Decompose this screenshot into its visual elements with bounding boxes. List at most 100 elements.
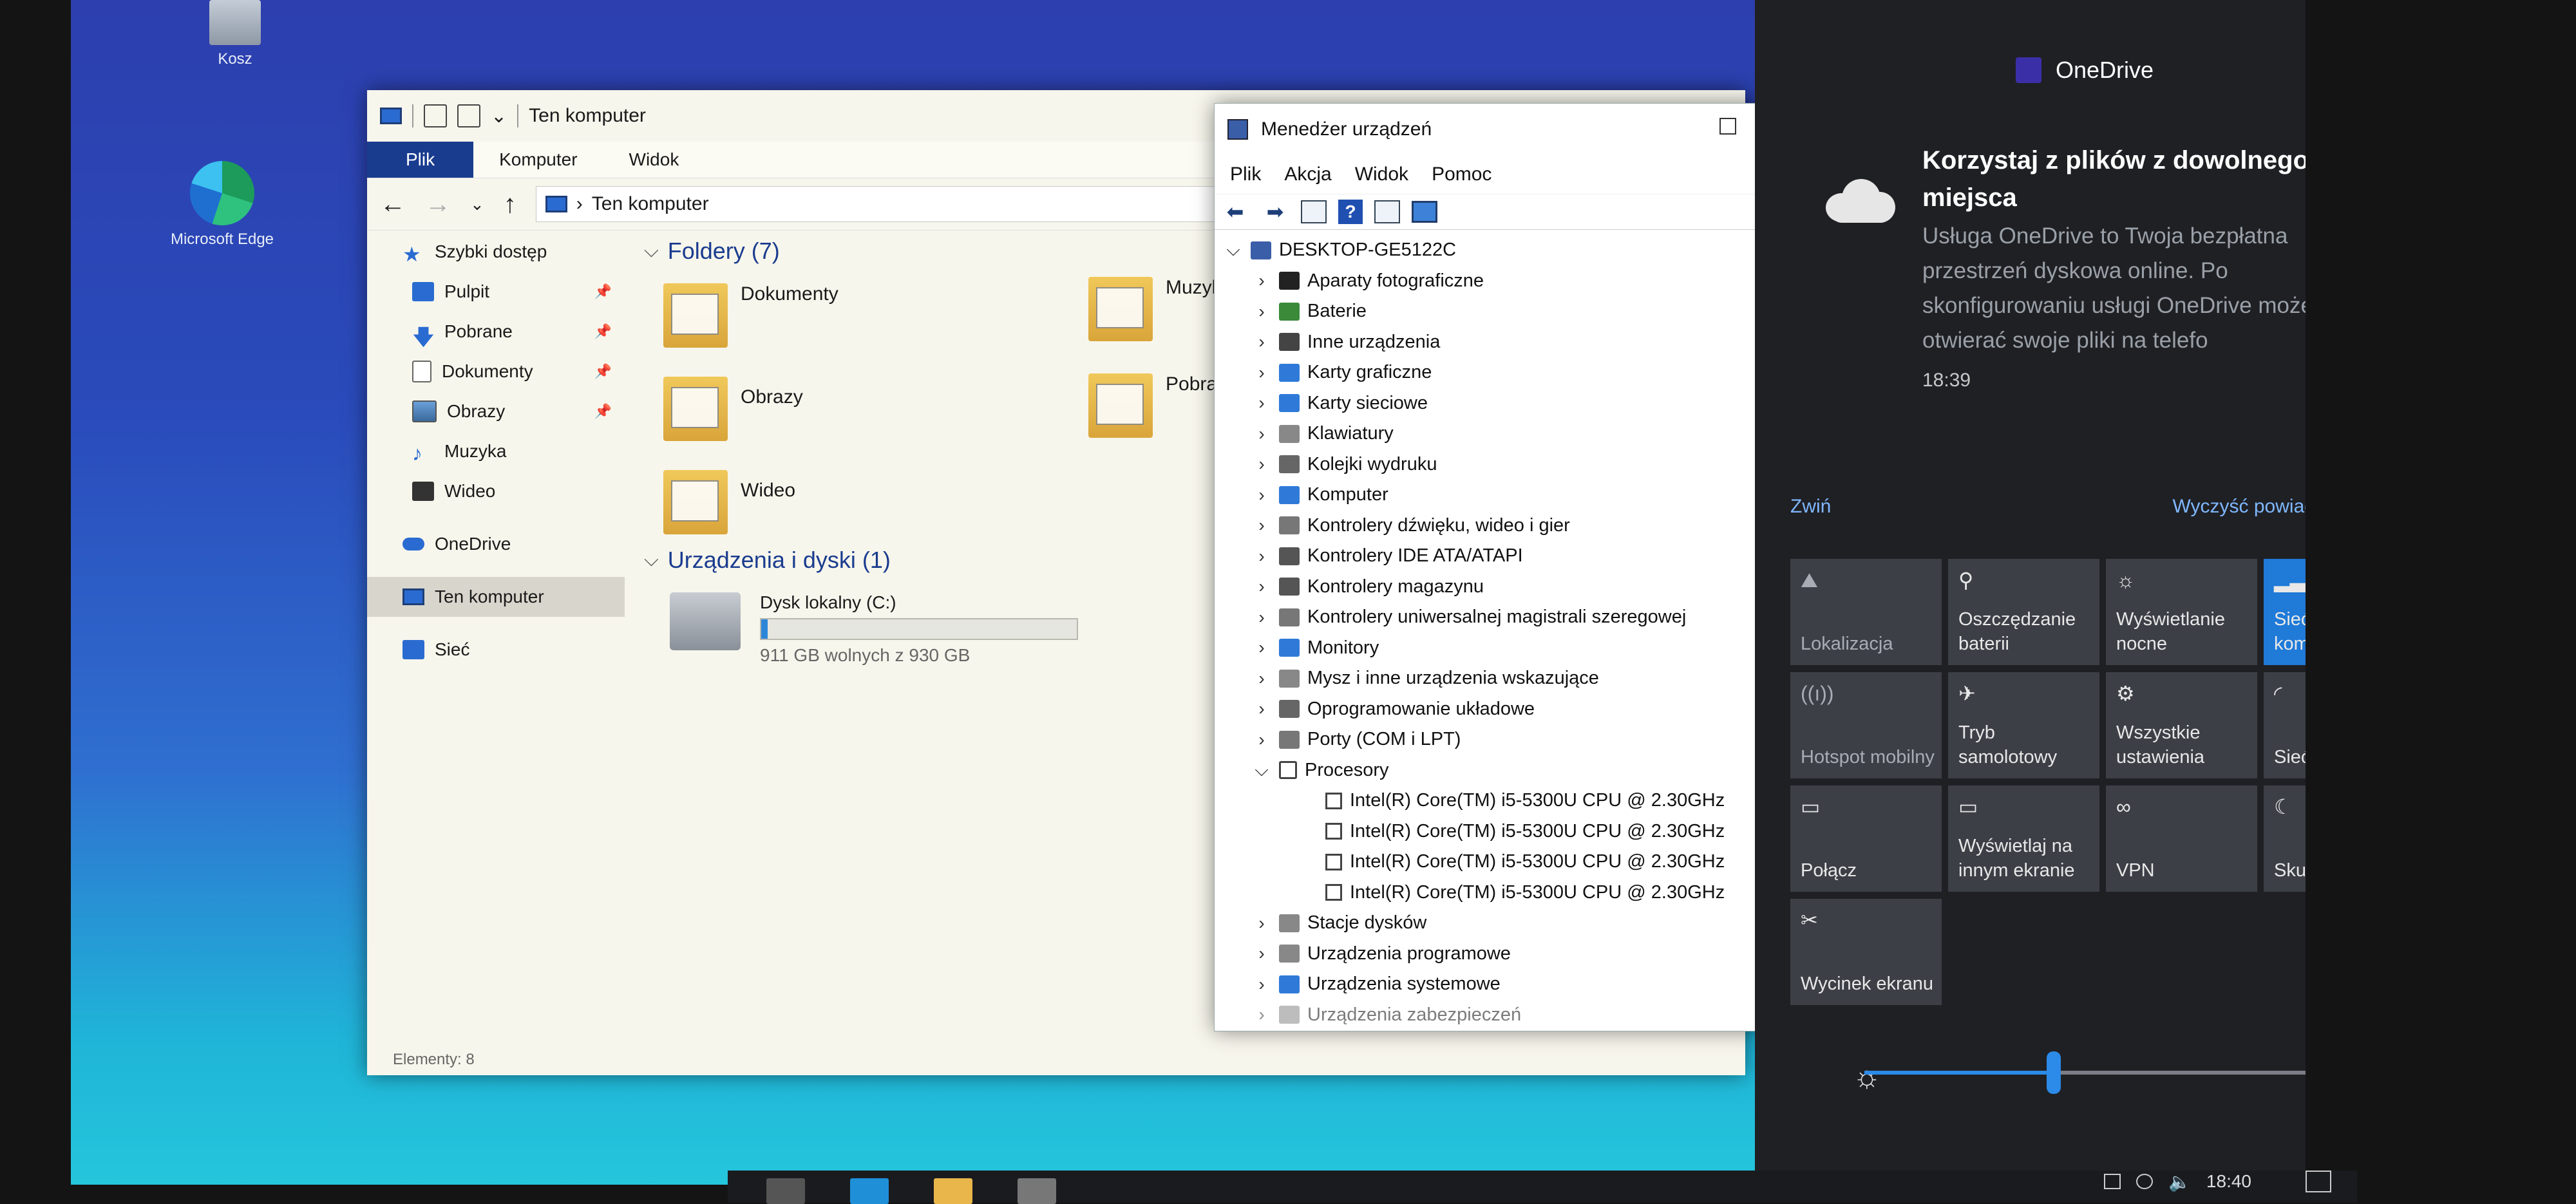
maximize-button[interactable]: [1719, 118, 1736, 135]
quick-action-tile[interactable]: ☾ Skupienie: [2264, 785, 2306, 892]
expand-chevron-icon[interactable]: ›: [1252, 576, 1271, 597]
tree-category[interactable]: › Urządzenia systemowe: [1215, 969, 1762, 1000]
sidebar-item-downloads[interactable]: 🡇 Pobrane 📌: [367, 312, 625, 352]
expand-chevron-icon[interactable]: ›: [1252, 332, 1271, 352]
tree-device-processor[interactable]: Intel(R) Core(TM) i5-5300U CPU @ 2.30GHz: [1215, 816, 1762, 847]
tree-category[interactable]: › Oprogramowanie układowe: [1215, 694, 1762, 725]
menu-file[interactable]: Plik: [1230, 164, 1261, 185]
expand-chevron-icon[interactable]: ›: [1252, 515, 1271, 536]
folder-icon[interactable]: [934, 1178, 972, 1204]
tree-category[interactable]: › Baterie: [1215, 296, 1762, 327]
view-icon[interactable]: [1374, 200, 1400, 223]
sidebar-item-music[interactable]: ♪ Muzyka: [367, 431, 625, 471]
quick-action-tile[interactable]: ((ı)) Hotspot mobilny: [1790, 672, 1942, 778]
sidebar-item-desktop[interactable]: Pulpit 📌: [367, 272, 625, 312]
recycle-bin-desktop-icon[interactable]: Kosz: [180, 0, 290, 68]
properties-icon[interactable]: [1301, 200, 1327, 223]
menu-action[interactable]: Akcja: [1284, 164, 1331, 185]
collapse-chevron-icon[interactable]: ⌵: [644, 240, 659, 262]
quick-action-tile[interactable]: ✈ Tryb samolotowy: [1948, 672, 2099, 778]
sidebar-item-documents[interactable]: Dokumenty 📌: [367, 352, 625, 391]
tree-device-processor[interactable]: Intel(R) Core(TM) i5-5300U CPU @ 2.30GHz: [1215, 878, 1762, 908]
expand-chevron-icon[interactable]: ›: [1252, 668, 1271, 689]
customize-quick-access-chevron-icon[interactable]: ⌄: [491, 105, 507, 127]
expand-chevron-icon[interactable]: ›: [1252, 729, 1271, 750]
brightness-slider[interactable]: [1864, 1051, 2306, 1094]
sidebar-item-network[interactable]: Sieć: [367, 630, 625, 670]
folder-pictures[interactable]: Obrazy: [663, 377, 803, 441]
tree-category[interactable]: › Komputer: [1215, 480, 1762, 511]
quick-action-tile[interactable]: ◜ Sieć: [2264, 672, 2306, 778]
expand-chevron-icon[interactable]: ›: [1252, 546, 1271, 567]
clock[interactable]: 18:40: [2206, 1171, 2251, 1192]
folder-music[interactable]: Muzyka: [1088, 277, 1232, 341]
tree-category[interactable]: › Urządzenia zabezpieczeń: [1215, 1000, 1762, 1031]
expand-chevron-icon[interactable]: ›: [1252, 454, 1271, 475]
quick-action-tile[interactable]: ⛰ Lokalizacja: [1790, 559, 1942, 665]
store-icon[interactable]: [1018, 1178, 1056, 1204]
help-icon[interactable]: ?: [1338, 200, 1363, 224]
task-view-icon[interactable]: [766, 1178, 805, 1204]
tab-file[interactable]: Plik: [367, 142, 474, 178]
tree-category[interactable]: › Aparaty fotograficzne: [1215, 266, 1762, 297]
new-folder-icon[interactable]: [457, 104, 480, 127]
edge-desktop-icon[interactable]: Microsoft Edge: [167, 161, 277, 249]
expand-chevron-icon[interactable]: ›: [1252, 393, 1271, 413]
quick-action-tile[interactable]: ☼ Wyświetlanie nocne: [2106, 559, 2257, 665]
tree-category[interactable]: › Klawiatury: [1215, 419, 1762, 449]
breadcrumb-this-pc[interactable]: Ten komputer: [592, 193, 709, 215]
tab-computer[interactable]: Komputer: [473, 142, 603, 178]
tree-category[interactable]: › Karty sieciowe: [1215, 388, 1762, 419]
expand-chevron-icon[interactable]: ›: [1252, 270, 1271, 291]
quick-action-tile[interactable]: ▭ Połącz: [1790, 785, 1942, 892]
sidebar-item-quick-access[interactable]: ★ Szybki dostęp: [367, 232, 625, 272]
network-globe-icon[interactable]: [2136, 1174, 2154, 1189]
collapse-chevron-icon[interactable]: ⌵: [1252, 760, 1271, 781]
tree-category[interactable]: › Kolejki wydruku: [1215, 449, 1762, 480]
expand-chevron-icon[interactable]: ›: [1252, 913, 1271, 934]
tree-category[interactable]: › Monitory: [1215, 633, 1762, 664]
expand-chevron-icon[interactable]: ›: [1252, 974, 1271, 995]
scan-hardware-icon[interactable]: [1412, 201, 1437, 223]
quick-action-tile[interactable]: ✂ Wycinek ekranu: [1790, 899, 1942, 1005]
quick-action-tile[interactable]: ⚙ Wszystkie ustawienia: [2106, 672, 2257, 778]
tree-category[interactable]: › Urządzenia programowe: [1215, 939, 1762, 970]
quick-action-tile[interactable]: ▭ Wyświetlaj na innym ekranie: [1948, 785, 2099, 892]
expand-chevron-icon[interactable]: ›: [1252, 943, 1271, 964]
breadcrumb-chevron-icon[interactable]: ›: [576, 193, 583, 215]
tree-device-processor[interactable]: Intel(R) Core(TM) i5-5300U CPU @ 2.30GHz: [1215, 785, 1762, 816]
tree-device-processor[interactable]: Intel(R) Core(TM) i5-5300U CPU @ 2.30GHz: [1215, 847, 1762, 878]
quick-action-tile[interactable]: ▂▃▅ Sieć komórkowa: [2264, 559, 2306, 665]
tree-category[interactable]: › Stacje dysków: [1215, 908, 1762, 939]
tree-category[interactable]: › Porty (COM i LPT): [1215, 724, 1762, 755]
folder-videos[interactable]: Wideo: [663, 470, 795, 534]
sidebar-item-pictures[interactable]: Obrazy 📌: [367, 391, 625, 431]
tree-category[interactable]: › Kontrolery uniwersalnej magistrali szer…: [1215, 602, 1762, 633]
tree-category[interactable]: › Kontrolery IDE ATA/ATAPI: [1215, 541, 1762, 572]
tree-category-processors[interactable]: ⌵ Procesory: [1215, 755, 1762, 786]
battery-icon[interactable]: [2104, 1174, 2121, 1189]
expand-chevron-icon[interactable]: ›: [1252, 301, 1271, 322]
forward-arrow-icon[interactable]: →: [425, 190, 451, 219]
clear-all-notifications-link[interactable]: Wyczyść powiadomienia: [2172, 496, 2306, 518]
tree-category[interactable]: › Kontrolery magazynu: [1215, 572, 1762, 603]
tree-category[interactable]: › Kontrolery dźwięku, wideo i gier: [1215, 511, 1762, 541]
tree-root[interactable]: ⌵ DESKTOP-GE5122C: [1215, 235, 1762, 266]
menu-help[interactable]: Pomoc: [1432, 164, 1492, 185]
forward-arrow-icon[interactable]: ➡: [1261, 200, 1289, 224]
expand-chevron-icon[interactable]: ›: [1252, 485, 1271, 505]
recent-chevron-icon[interactable]: ⌄: [470, 194, 484, 214]
collapse-chevron-icon[interactable]: ⌵: [1224, 240, 1243, 261]
quick-action-tile[interactable]: ∞ VPN: [2106, 785, 2257, 892]
up-arrow-icon[interactable]: ↑: [504, 190, 516, 219]
onedrive-notification[interactable]: Korzystaj z plików z dowolnego miejsca U…: [1819, 142, 2306, 391]
folder-documents[interactable]: Dokumenty: [663, 283, 838, 348]
expand-chevron-icon[interactable]: ›: [1252, 1004, 1271, 1025]
action-center-icon[interactable]: [2306, 1171, 2331, 1192]
collapse-chevron-icon[interactable]: ⌵: [644, 549, 659, 571]
properties-icon[interactable]: [424, 104, 447, 127]
menu-view[interactable]: Widok: [1355, 164, 1408, 185]
sidebar-item-onedrive[interactable]: OneDrive: [367, 524, 625, 564]
sidebar-item-this-pc[interactable]: Ten komputer: [367, 577, 625, 617]
tree-category[interactable]: › Karty graficzne: [1215, 357, 1762, 388]
